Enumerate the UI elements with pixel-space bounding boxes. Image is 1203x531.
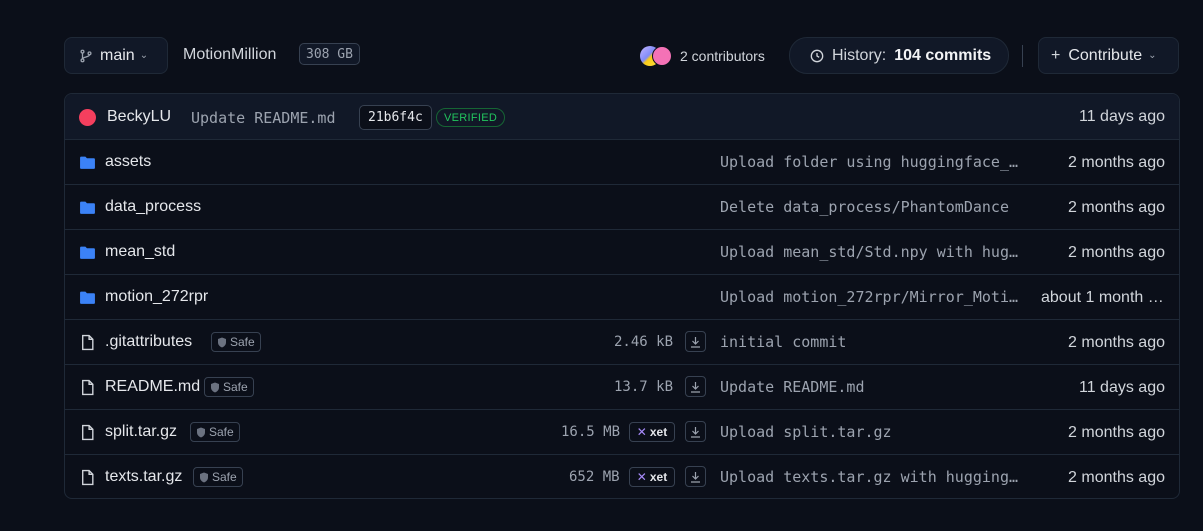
folder-icon	[80, 201, 95, 214]
file-commit-message[interactable]: Upload mean_std/Std.npy with huggingface…	[720, 243, 1026, 261]
xet-label: xet	[649, 470, 668, 484]
chevron-down-icon: ⌄	[139, 50, 149, 61]
download-icon	[691, 426, 700, 438]
file-commit-message[interactable]: Delete data_process/PhantomDance	[720, 198, 1026, 216]
file-name[interactable]: mean_std	[105, 243, 175, 261]
avatar	[652, 46, 672, 66]
file-time: 2 months ago	[1068, 244, 1165, 261]
table-row[interactable]: motion_272rpr Upload motion_272rpr/Mirro…	[65, 275, 1179, 320]
safe-badge: Safe	[211, 332, 261, 352]
contribute-label: Contribute	[1068, 46, 1143, 64]
file-size: 652 MB	[569, 469, 620, 485]
xet-label: xet	[649, 425, 668, 439]
table-row[interactable]: .gitattributes Safe 2.46 kB initial comm…	[65, 320, 1179, 365]
file-commit-message[interactable]: Upload folder using huggingface_hub	[720, 153, 1026, 171]
file-name[interactable]: README.md	[105, 378, 200, 396]
download-icon	[691, 471, 700, 483]
shield-icon	[200, 472, 208, 482]
file-time: 2 months ago	[1068, 154, 1165, 171]
commit-author[interactable]: BeckyLU	[107, 108, 171, 126]
xet-icon: ✕	[636, 425, 647, 439]
file-icon	[82, 334, 94, 351]
download-button[interactable]	[685, 421, 706, 442]
file-name[interactable]: .gitattributes	[105, 333, 192, 351]
folder-icon	[80, 246, 95, 259]
contributor-avatars	[640, 46, 674, 66]
file-size: 16.5 MB	[561, 424, 621, 440]
file-name[interactable]: split.tar.gz	[105, 423, 177, 441]
branch-selector[interactable]: main ⌄	[64, 37, 168, 74]
shield-icon	[211, 382, 219, 392]
file-commit-message[interactable]: Upload texts.tar.gz with huggingface_hub	[720, 468, 1026, 486]
table-row[interactable]: mean_std Upload mean_std/Std.npy with hu…	[65, 230, 1179, 275]
download-icon	[691, 336, 700, 348]
folder-icon	[80, 291, 95, 304]
safe-label: Safe	[230, 335, 255, 349]
shield-icon	[218, 337, 226, 347]
file-icon	[82, 424, 94, 441]
file-table: BeckyLU Update README.md 21b6f4c VERIFIE…	[64, 93, 1180, 499]
download-button[interactable]	[685, 331, 706, 352]
file-commit-message[interactable]: Upload split.tar.gz	[720, 423, 1026, 441]
safe-badge: Safe	[193, 467, 243, 487]
history-button[interactable]: History: 104 commits	[789, 37, 1009, 74]
shield-icon	[197, 427, 205, 437]
divider	[1022, 45, 1023, 67]
branch-name: main	[100, 46, 135, 64]
verified-badge: VERIFIED	[436, 108, 506, 127]
file-time: 11 days ago	[1079, 379, 1165, 396]
table-row[interactable]: assets Upload folder using huggingface_h…	[65, 140, 1179, 185]
commit-message[interactable]: Update README.md	[191, 109, 336, 127]
contributors-link[interactable]: 2 contributors	[640, 46, 765, 66]
safe-badge: Safe	[190, 422, 240, 442]
clock-icon	[810, 49, 824, 62]
safe-badge: Safe	[204, 377, 254, 397]
safe-label: Safe	[223, 380, 248, 394]
file-name[interactable]: motion_272rpr	[105, 288, 208, 306]
download-button[interactable]	[685, 376, 706, 397]
folder-icon	[80, 156, 95, 169]
file-commit-message[interactable]: initial commit	[720, 333, 1026, 351]
history-label: History:	[832, 46, 887, 64]
commit-count: 104 commits	[894, 46, 992, 64]
commit-hash[interactable]: 21b6f4c	[359, 105, 432, 130]
file-size: 2.46 kB	[614, 334, 674, 350]
file-size: 13.7 kB	[614, 379, 674, 395]
table-row[interactable]: data_process Delete data_process/Phantom…	[65, 185, 1179, 230]
table-row[interactable]: README.md Safe 13.7 kB Update README.md …	[65, 365, 1179, 410]
contributors-count: 2 contributors	[680, 48, 765, 64]
file-name[interactable]: data_process	[105, 198, 201, 216]
file-time: 2 months ago	[1068, 334, 1165, 351]
file-icon	[82, 469, 94, 486]
xet-badge: ✕ xet	[629, 422, 675, 442]
xet-icon: ✕	[636, 470, 647, 484]
author-avatar[interactable]	[79, 109, 96, 126]
chevron-down-icon: ⌄	[1148, 50, 1157, 61]
file-time: 2 months ago	[1068, 199, 1165, 216]
file-icon	[82, 379, 94, 396]
repo-size-badge: 308 GB	[299, 43, 360, 65]
contribute-button[interactable]: + Contribute ⌄	[1038, 37, 1179, 74]
safe-label: Safe	[212, 470, 237, 484]
file-name[interactable]: texts.tar.gz	[105, 468, 182, 486]
file-time: 2 months ago	[1068, 469, 1165, 486]
file-commit-message[interactable]: Update README.md	[720, 378, 1026, 396]
repo-header: main ⌄ MotionMillion 308 GB 2 contributo…	[64, 37, 1179, 74]
file-commit-message[interactable]: Upload motion_272rpr/Mirror_Motion	[720, 288, 1026, 306]
last-commit-row: BeckyLU Update README.md 21b6f4c VERIFIE…	[65, 94, 1179, 140]
plus-icon: +	[1051, 46, 1061, 64]
xet-badge: ✕ xet	[629, 467, 675, 487]
download-icon	[691, 381, 700, 393]
file-time: about 1 month ago	[1041, 289, 1165, 306]
table-row[interactable]: texts.tar.gz Safe 652 MB ✕ xet Upload te…	[65, 455, 1179, 498]
download-button[interactable]	[685, 466, 706, 487]
table-row[interactable]: split.tar.gz Safe 16.5 MB ✕ xet Upload s…	[65, 410, 1179, 455]
repo-name: MotionMillion	[183, 46, 277, 63]
git-branch-icon	[80, 49, 92, 62]
commit-time: 11 days ago	[1079, 108, 1165, 125]
file-time: 2 months ago	[1068, 424, 1165, 441]
file-name[interactable]: assets	[105, 153, 151, 171]
safe-label: Safe	[209, 425, 234, 439]
